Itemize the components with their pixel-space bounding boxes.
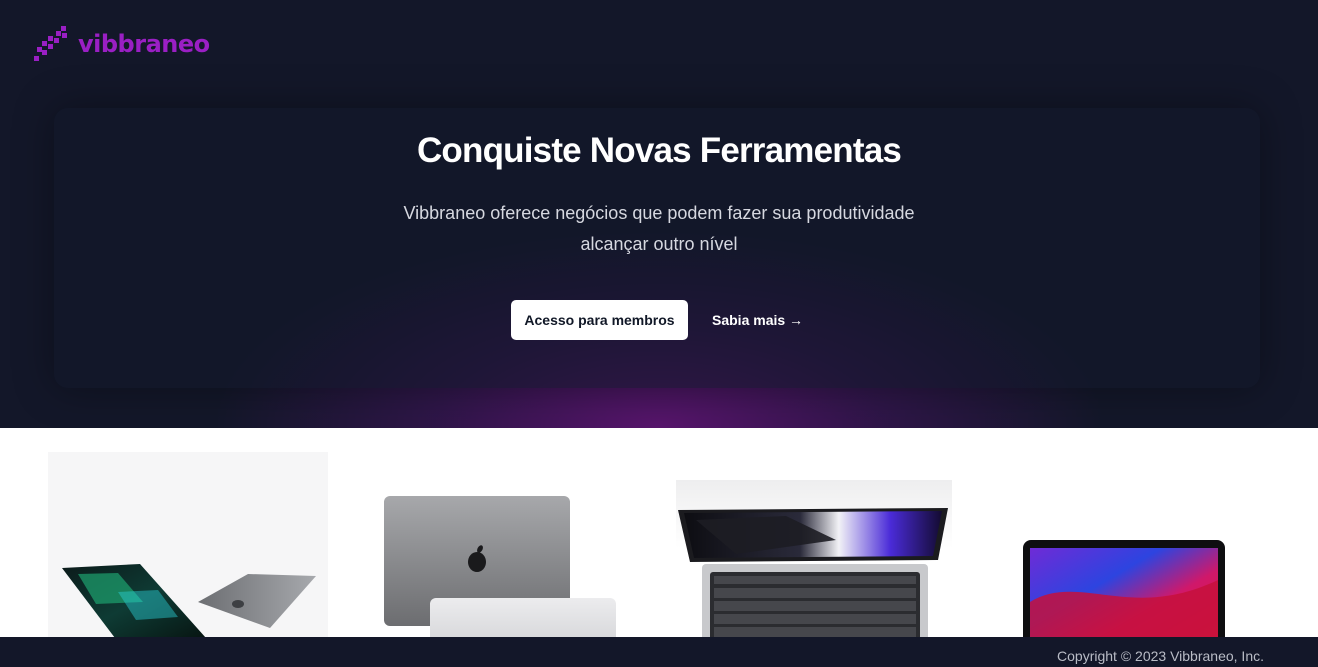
learn-more-link[interactable]: Sabia mais →: [712, 300, 803, 340]
hero-title: Conquiste Novas Ferramentas: [416, 131, 902, 170]
hero-subtitle: Vibbraneo oferece negócios que podem faz…: [403, 203, 915, 254]
brand-logo[interactable]: vibbraneo: [34, 26, 210, 62]
brand-name: vibbraneo: [78, 30, 210, 58]
copyright-text: Copyright © 2023 Vibbraneo, Inc.: [1057, 648, 1264, 664]
product-gallery: [0, 428, 1318, 637]
product-image-macbook-closed[interactable]: [352, 452, 642, 637]
pixel-arrow-icon: [34, 26, 68, 62]
footer: Copyright © 2023 Vibbraneo, Inc.: [0, 637, 1318, 667]
product-image-macbook-pro-angled[interactable]: [48, 452, 328, 637]
members-access-button[interactable]: Acesso para membros: [511, 300, 688, 340]
product-image-macbook-air-front[interactable]: [990, 452, 1260, 637]
hero-section: vibbraneo Conquiste Novas Ferramentas Vi…: [0, 0, 1318, 428]
product-image-macbook-pro-top[interactable]: [676, 480, 952, 637]
